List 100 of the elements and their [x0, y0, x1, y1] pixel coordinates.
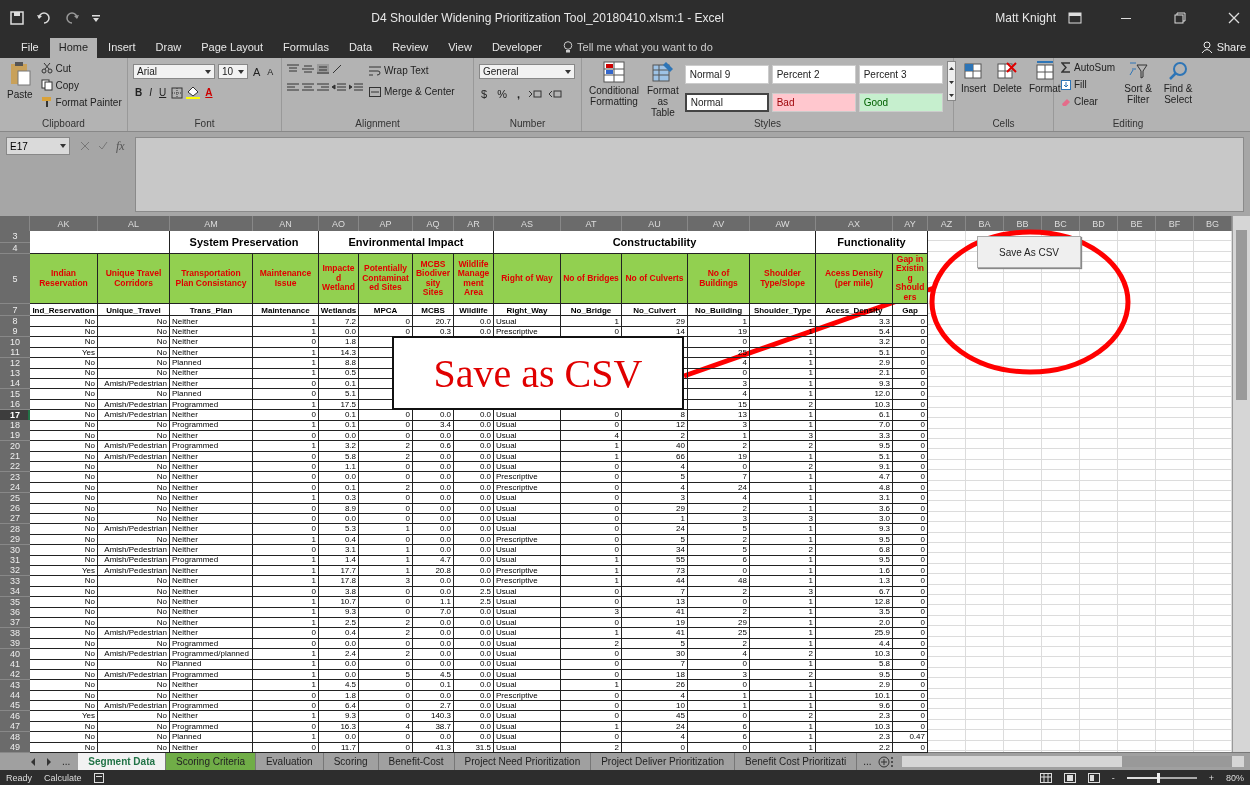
previous-sheet-icon[interactable]	[30, 757, 36, 766]
row-header[interactable]: 48	[0, 731, 30, 743]
cell-style[interactable]: Normal 9	[684, 65, 769, 84]
ribbon-tab[interactable]: View	[439, 38, 481, 58]
ribbon-tab[interactable]: Formulas	[274, 38, 338, 58]
increase-decimal-icon[interactable]	[527, 89, 542, 99]
next-sheet-icon[interactable]	[46, 757, 52, 766]
share-button[interactable]: Share	[1216, 41, 1246, 53]
close-icon[interactable]	[1228, 12, 1240, 24]
cell-style[interactable]: Percent 2	[771, 65, 856, 84]
row-header[interactable]: 27	[0, 513, 30, 525]
ribbon-tab[interactable]: Home	[49, 38, 98, 58]
restore-icon[interactable]	[1174, 12, 1186, 24]
wrap-text-button[interactable]: Wrap Text	[367, 64, 457, 77]
page-layout-view-icon[interactable]	[1063, 772, 1076, 783]
splitter-icon[interactable]	[889, 755, 894, 768]
row-header[interactable]: 40	[0, 648, 30, 660]
undo-icon[interactable]	[36, 11, 52, 25]
name-box[interactable]: E17	[6, 137, 70, 155]
row-header[interactable]: 34	[0, 586, 30, 598]
column-header[interactable]: BB	[1004, 216, 1042, 231]
person-icon[interactable]	[1200, 41, 1213, 53]
row-header[interactable]: 39	[0, 638, 30, 650]
column-header[interactable]: AT	[561, 216, 622, 231]
cell-style[interactable]: Percent 3	[858, 65, 943, 84]
row-header[interactable]: 9	[0, 326, 30, 338]
user-name[interactable]: Matt Knight	[995, 11, 1056, 25]
column-header[interactable]: AN	[253, 216, 319, 231]
row-header[interactable]: 16	[0, 399, 30, 411]
merge-center-button[interactable]: Merge & Center	[367, 85, 457, 98]
row-header[interactable]: 13	[0, 367, 30, 379]
italic-button[interactable]: I	[147, 86, 154, 99]
column-header[interactable]: BE	[1118, 216, 1156, 231]
column-header[interactable]: AK	[30, 216, 98, 231]
insert-function-button[interactable]: fx	[116, 138, 125, 154]
row-header[interactable]: 37	[0, 617, 30, 629]
column-header[interactable]: AV	[688, 216, 750, 231]
row-header[interactable]: 3	[0, 231, 30, 243]
column-header[interactable]: AW	[750, 216, 816, 231]
macro-record-icon[interactable]	[93, 772, 104, 783]
row-header[interactable]: 49	[0, 742, 30, 753]
horizontal-scrollbar[interactable]	[901, 756, 1244, 768]
font-size-field[interactable]: 10	[218, 64, 248, 79]
ribbon-tab[interactable]: File	[12, 38, 48, 58]
row-header[interactable]: 45	[0, 700, 30, 712]
styles-scroll-icon[interactable]	[946, 61, 956, 101]
row-header[interactable]: 41	[0, 658, 30, 670]
cut-button[interactable]: Cut	[38, 61, 124, 75]
column-header[interactable]: AU	[622, 216, 688, 231]
column-header[interactable]: AZ	[928, 216, 966, 231]
more-sheets-button[interactable]: ...	[857, 756, 878, 768]
ribbon-tab[interactable]: Developer	[482, 38, 551, 58]
number-format-field[interactable]: General	[479, 64, 575, 79]
percent-button[interactable]: %	[495, 87, 509, 101]
row-header[interactable]: 43	[0, 679, 30, 691]
tell-me-field[interactable]: Tell me what you want to do	[577, 41, 713, 53]
grow-font-button[interactable]: A	[251, 64, 263, 79]
shrink-font-button[interactable]: A	[265, 65, 276, 78]
new-sheet-icon[interactable]	[877, 755, 890, 768]
page-break-view-icon[interactable]	[1087, 772, 1100, 783]
column-header[interactable]: BD	[1080, 216, 1118, 231]
more-sheets-button[interactable]: ...	[62, 756, 71, 768]
column-header[interactable]: BA	[966, 216, 1004, 231]
find-select-button[interactable]: Find & Select	[1159, 61, 1197, 118]
cell-style[interactable]: Normal	[684, 93, 769, 112]
column-header[interactable]: AM	[170, 216, 253, 231]
format-as-table-button[interactable]: Format as Table	[645, 61, 681, 118]
save-icon[interactable]	[10, 11, 24, 25]
formula-input[interactable]	[134, 137, 1244, 212]
font-color-button[interactable]: A	[203, 86, 215, 99]
column-header[interactable]: AY	[893, 216, 928, 231]
insert-button[interactable]: Insert	[959, 61, 988, 118]
decrease-decimal-icon[interactable]	[547, 89, 562, 99]
ribbon-tab[interactable]: Review	[383, 38, 438, 58]
cell-style[interactable]: Good	[858, 93, 943, 112]
lightbulb-icon[interactable]	[563, 41, 573, 53]
row-header[interactable]: 46	[0, 710, 30, 722]
ribbon-tab[interactable]: Draw	[146, 38, 191, 58]
row-header[interactable]: 5	[0, 254, 30, 304]
row-header[interactable]: 15	[0, 388, 30, 400]
row-header[interactable]: 7	[0, 304, 30, 316]
currency-button[interactable]: $	[479, 87, 490, 101]
ribbon-tab[interactable]: Data	[339, 38, 382, 58]
sheet-tab[interactable]: Scoring Criteria	[166, 753, 256, 771]
bold-button[interactable]: B	[133, 86, 145, 99]
comma-button[interactable]: ,	[514, 87, 522, 101]
row-header[interactable]: 24	[0, 482, 30, 494]
fill-color-icon[interactable]	[186, 86, 201, 99]
borders-icon[interactable]	[171, 86, 184, 99]
sheet-tab[interactable]: Segment Data	[78, 753, 167, 771]
save-as-csv-button[interactable]: Save As CSV	[977, 236, 1081, 268]
normal-view-icon[interactable]	[1039, 772, 1052, 783]
row-header[interactable]: 47	[0, 721, 30, 733]
row-header[interactable]: 14	[0, 378, 30, 390]
ribbon-tab[interactable]: Page Layout	[192, 38, 273, 58]
zoom-in-button[interactable]: +	[1208, 772, 1214, 783]
row-header[interactable]: 11	[0, 347, 30, 359]
ribbon-display-icon[interactable]	[1068, 12, 1082, 24]
row-header[interactable]: 29	[0, 534, 30, 546]
column-header[interactable]: BC	[1042, 216, 1080, 231]
